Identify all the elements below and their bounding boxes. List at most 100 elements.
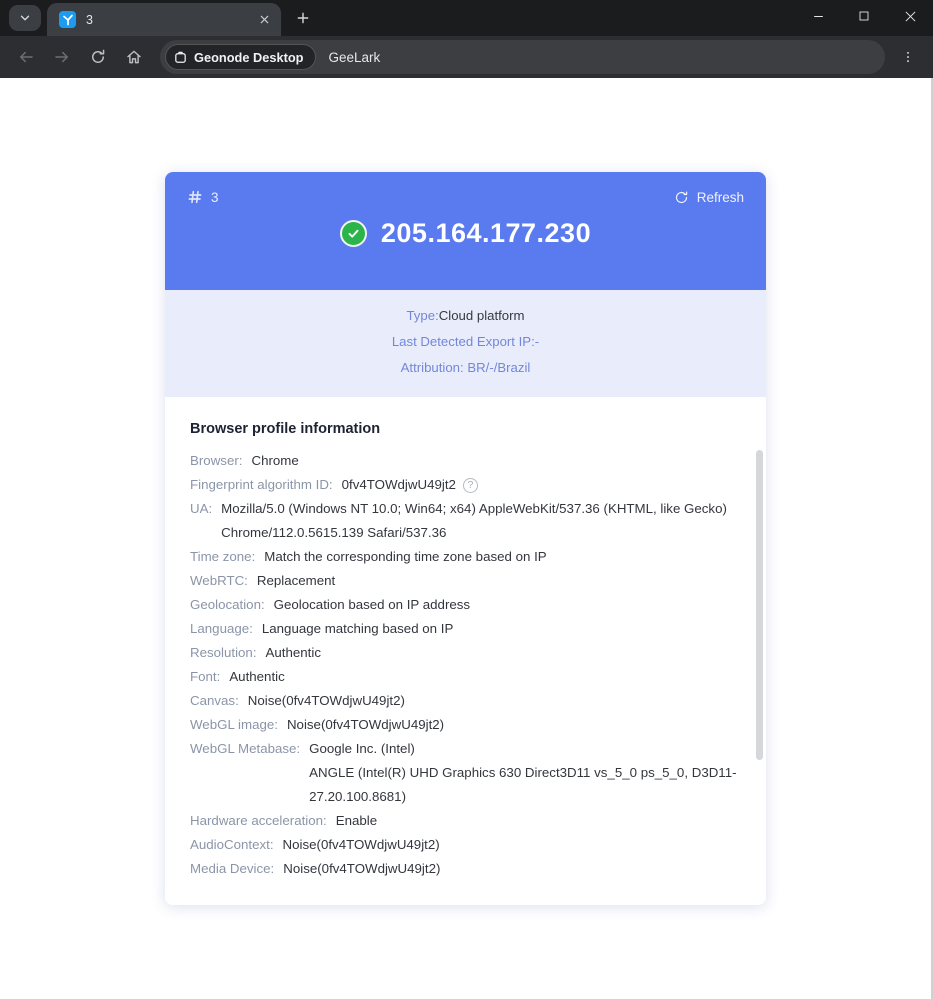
profile-value: Geolocation based on IP address <box>274 593 741 617</box>
app-badge[interactable]: Geonode Desktop <box>165 44 316 70</box>
address-bar[interactable]: Geonode Desktop GeeLark <box>160 40 885 74</box>
profile-label: Fingerprint algorithm ID: <box>190 473 333 497</box>
refresh-icon <box>674 190 689 205</box>
profile-value-line: Noise(0fv4TOWdjwU49jt2) <box>248 693 405 708</box>
reload-icon <box>89 48 107 66</box>
profile-label: Browser: <box>190 449 242 473</box>
ip-address: 205.164.177.230 <box>381 218 591 249</box>
profile-value: Google Inc. (Intel) ANGLE (Intel(R) UHD G… <box>309 737 741 809</box>
page-content: 3 Refresh 205.164.177.230 <box>0 78 933 999</box>
meta-value: - <box>535 334 539 349</box>
back-button[interactable] <box>10 41 42 73</box>
profile-value: Noise(0fv4TOWdjwU49jt2) <box>283 857 741 881</box>
proxy-meta-row: Last Detected Export IP:- <box>185 329 746 355</box>
profile-label: WebGL image: <box>190 713 278 737</box>
url-text: GeeLark <box>329 50 381 65</box>
window-maximize-button[interactable] <box>841 0 887 32</box>
reload-button[interactable] <box>82 41 114 73</box>
profile-label: Geolocation: <box>190 593 265 617</box>
profile-label: WebGL Metabase: <box>190 737 300 809</box>
tab-close-icon[interactable] <box>255 11 273 29</box>
card-scrollbar-thumb[interactable] <box>756 450 763 760</box>
meta-label: Attribution: <box>401 360 464 375</box>
profile-value-line: 27.20.100.8681) <box>309 789 406 804</box>
profile-row: Resolution: Authentic <box>190 641 741 665</box>
browser-tab[interactable]: 3 <box>47 3 281 36</box>
profile-value: Noise(0fv4TOWdjwU49jt2) <box>248 689 741 713</box>
profile-label: Media Device: <box>190 857 274 881</box>
profile-label: UA: <box>190 497 212 545</box>
forward-button[interactable] <box>46 41 78 73</box>
home-icon <box>125 48 143 66</box>
proxy-meta-section: Type:Cloud platformLast Detected Export … <box>165 290 766 397</box>
help-icon[interactable]: ? <box>463 478 478 493</box>
profile-label: Resolution: <box>190 641 257 665</box>
profile-value-line: Authentic <box>229 669 284 684</box>
new-tab-button[interactable] <box>289 4 317 32</box>
profile-row: WebGL image: Noise(0fv4TOWdjwU49jt2) <box>190 713 741 737</box>
refresh-label: Refresh <box>697 190 744 205</box>
window-minimize-button[interactable] <box>795 0 841 32</box>
profile-value: Noise(0fv4TOWdjwU49jt2) <box>287 713 741 737</box>
profile-rows: Browser: ChromeFingerprint algorithm ID: 0… <box>190 449 741 881</box>
tab-search-button[interactable] <box>9 5 41 31</box>
profile-value: Chrome <box>251 449 741 473</box>
profile-label: Time zone: <box>190 545 255 569</box>
meta-label: Last Detected Export IP: <box>392 334 535 349</box>
profile-value: Enable <box>336 809 741 833</box>
profile-row: UA: Mozilla/5.0 (Windows NT 10.0; Win64; … <box>190 497 741 545</box>
profile-row: Canvas: Noise(0fv4TOWdjwU49jt2) <box>190 689 741 713</box>
profile-value-line: Chrome/112.0.5615.139 Safari/537.36 <box>221 525 446 540</box>
proxy-info-card: 3 Refresh 205.164.177.230 <box>165 172 766 905</box>
profile-value-line: Match the corresponding time zone based … <box>264 549 546 564</box>
profile-label: Canvas: <box>190 689 239 713</box>
profile-value-line: Replacement <box>257 573 335 588</box>
chevron-down-icon <box>18 11 32 25</box>
profile-row: Browser: Chrome <box>190 449 741 473</box>
app-badge-label: Geonode Desktop <box>194 50 304 65</box>
hash-profile-icon <box>187 189 203 205</box>
tab-favicon-geelark-icon <box>59 11 76 28</box>
profile-row: Hardware acceleration: Enable <box>190 809 741 833</box>
back-arrow-icon <box>17 48 35 66</box>
profile-value-line: Google Inc. (Intel) <box>309 741 415 756</box>
profile-row: Fingerprint algorithm ID: 0fv4TOWdjwU49jt… <box>190 473 741 497</box>
refresh-button[interactable]: Refresh <box>674 190 744 205</box>
profile-value-line: Enable <box>336 813 377 828</box>
profile-value: Match the corresponding time zone based … <box>264 545 741 569</box>
window-controls <box>795 0 933 32</box>
profile-value-line: Geolocation based on IP address <box>274 597 470 612</box>
profile-value-line: Authentic <box>266 645 321 660</box>
profile-value-line: 0fv4TOWdjwU49jt2 <box>342 473 456 497</box>
proxy-meta-row: Type:Cloud platform <box>185 303 746 329</box>
profile-number-label: 3 <box>211 190 219 205</box>
ip-check-success-icon <box>340 220 367 247</box>
app-badge-icon <box>173 50 188 65</box>
profile-label: Hardware acceleration: <box>190 809 327 833</box>
browser-toolbar: Geonode Desktop GeeLark <box>0 36 933 78</box>
home-button[interactable] <box>118 41 150 73</box>
profile-row: Media Device: Noise(0fv4TOWdjwU49jt2) <box>190 857 741 881</box>
window-close-button[interactable] <box>887 0 933 32</box>
card-header: 3 Refresh 205.164.177.230 <box>165 172 766 290</box>
profile-label: Font: <box>190 665 220 689</box>
profile-value-line: Mozilla/5.0 (Windows NT 10.0; Win64; x64… <box>221 501 727 516</box>
meta-value: BR/-/Brazil <box>464 360 531 375</box>
profile-value-line: Noise(0fv4TOWdjwU49jt2) <box>287 717 444 732</box>
profile-value: Mozilla/5.0 (Windows NT 10.0; Win64; x64… <box>221 497 741 545</box>
profile-row: WebGL Metabase: Google Inc. (Intel) ANGLE … <box>190 737 741 809</box>
profile-value-line: ANGLE (Intel(R) UHD Graphics 630 Direct3… <box>309 765 736 780</box>
profile-label: WebRTC: <box>190 569 248 593</box>
meta-value: Cloud platform <box>439 308 525 323</box>
profile-row: AudioContext:Noise(0fv4TOWdjwU49jt2) <box>190 833 741 857</box>
profile-value: Authentic <box>229 665 741 689</box>
profile-row: Geolocation: Geolocation based on IP addr… <box>190 593 741 617</box>
profile-row: Font: Authentic <box>190 665 741 689</box>
profile-value-line: Language matching based on IP <box>262 621 453 636</box>
plus-icon <box>296 11 310 25</box>
profile-label: Language: <box>190 617 253 641</box>
tab-title: 3 <box>86 13 255 27</box>
profile-value-line: Noise(0fv4TOWdjwU49jt2) <box>283 861 440 876</box>
profile-value: Noise(0fv4TOWdjwU49jt2) <box>283 833 741 857</box>
browser-menu-button[interactable] <box>893 42 923 72</box>
